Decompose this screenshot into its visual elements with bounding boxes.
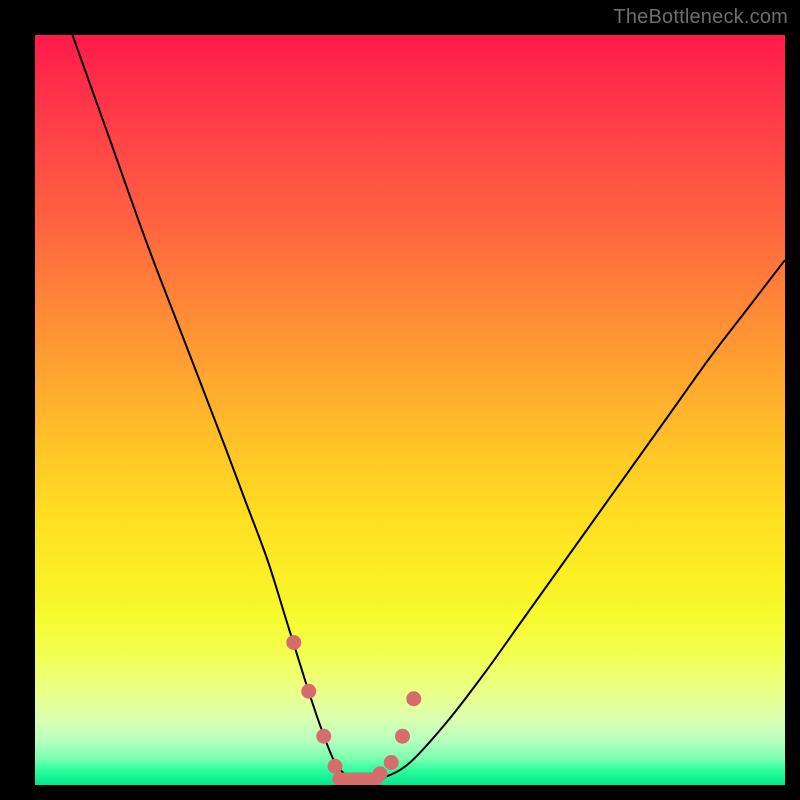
marker-point — [373, 766, 388, 781]
marker-point — [316, 729, 331, 744]
watermark-text: TheBottleneck.com — [613, 6, 788, 29]
marker-point — [328, 759, 343, 774]
marker-point — [301, 684, 316, 699]
marker-group — [286, 635, 421, 781]
plot-area — [35, 35, 785, 785]
chart-frame: TheBottleneck.com — [0, 0, 800, 800]
chart-svg — [35, 35, 785, 785]
bottleneck-curve — [73, 35, 786, 781]
marker-point — [395, 729, 410, 744]
marker-point — [286, 635, 301, 650]
marker-point — [406, 691, 421, 706]
marker-point — [384, 755, 399, 770]
